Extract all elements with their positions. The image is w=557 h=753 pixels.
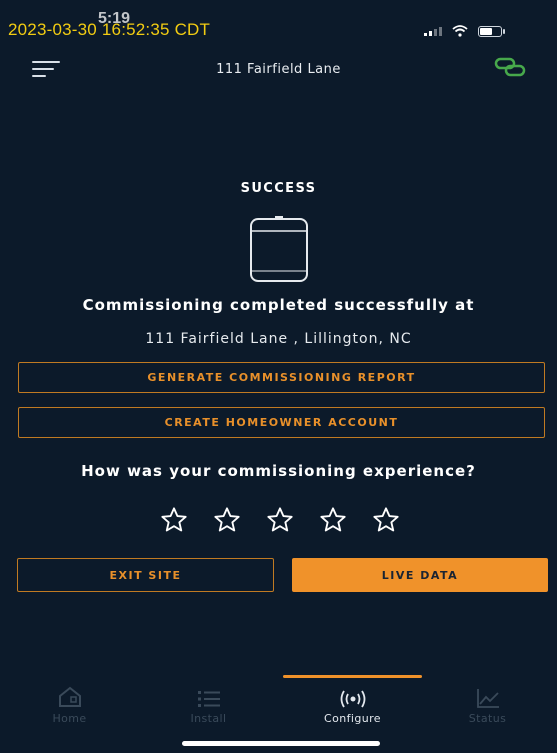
exit-site-button[interactable]: EXIT SITE	[17, 558, 274, 592]
battery-icon	[478, 25, 505, 37]
tab-configure[interactable]: Configure	[283, 680, 422, 730]
home-indicator[interactable]	[182, 741, 380, 746]
home-icon	[58, 686, 81, 707]
tab-label: Configure	[324, 712, 381, 725]
tab-status[interactable]: Status	[418, 680, 557, 730]
tab-install[interactable]: Install	[139, 680, 278, 730]
signal-icon	[424, 26, 442, 36]
wifi-icon	[452, 25, 468, 37]
live-data-button[interactable]: LIVE DATA	[292, 558, 548, 592]
timestamp-overlay: 2023-03-30 16:52:35 CDT	[8, 20, 211, 39]
completion-message: Commissioning completed successfully at	[82, 296, 475, 314]
star-rating[interactable]	[160, 506, 400, 536]
list-icon	[197, 691, 220, 707]
star-icon[interactable]	[319, 506, 347, 534]
star-icon[interactable]	[213, 506, 241, 534]
star-icon[interactable]	[266, 506, 294, 534]
tab-label: Status	[468, 712, 507, 725]
link-icon[interactable]	[494, 56, 526, 78]
chart-icon	[476, 689, 499, 708]
experience-question: How was your commissioning experience?	[81, 462, 476, 480]
tab-label: Install	[190, 712, 227, 725]
device-icon	[250, 216, 308, 282]
star-icon[interactable]	[160, 506, 188, 534]
active-tab-indicator	[283, 675, 422, 678]
status-icons	[424, 24, 524, 38]
site-address: 111 Fairfield Lane , Lillington, NC	[145, 331, 412, 347]
success-title: SUCCESS	[240, 181, 317, 196]
star-icon[interactable]	[372, 506, 400, 534]
page-title: 111 Fairfield Lane	[216, 62, 341, 77]
generate-report-button[interactable]: GENERATE COMMISSIONING REPORT	[18, 362, 545, 393]
broadcast-icon	[340, 690, 365, 708]
tab-label: Home	[52, 712, 87, 725]
tab-home[interactable]: Home	[0, 680, 139, 730]
create-homeowner-account-button[interactable]: CREATE HOMEOWNER ACCOUNT	[18, 407, 545, 438]
